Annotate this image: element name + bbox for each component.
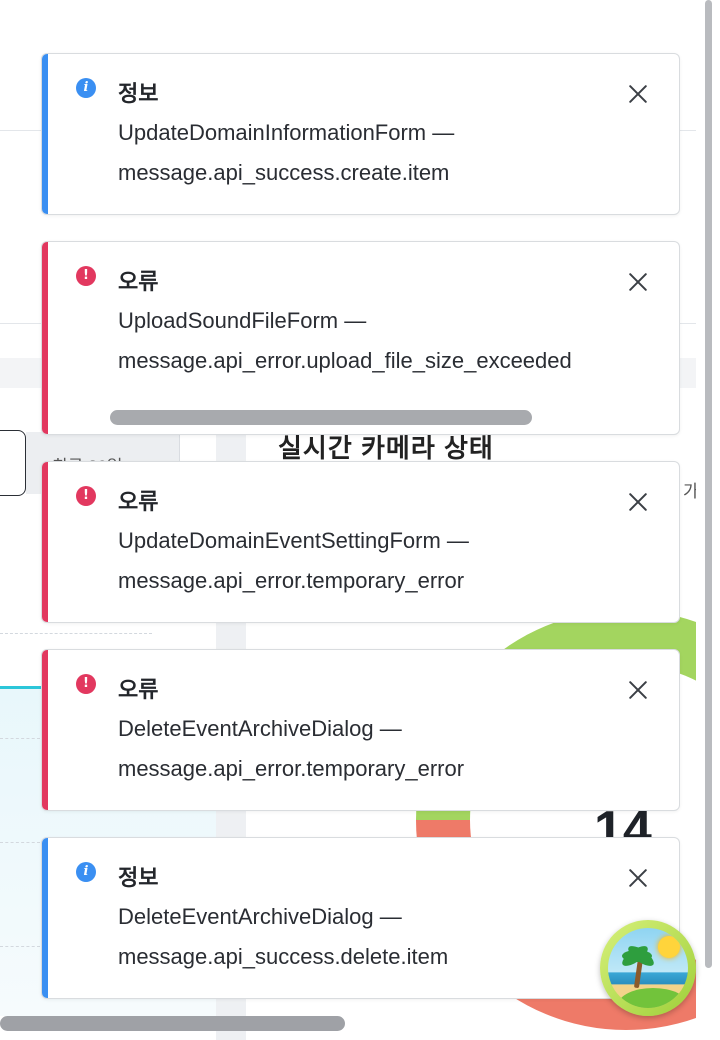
filter-select[interactable]	[0, 430, 26, 496]
close-icon[interactable]	[624, 268, 652, 296]
toast-accent-bar	[42, 462, 48, 622]
toast-accent-bar	[42, 54, 48, 214]
info-icon: i	[76, 78, 96, 98]
toast-info: i 정보 UpdateDomainInformationForm — messa…	[41, 53, 680, 215]
close-icon[interactable]	[624, 80, 652, 108]
chart-gridline	[0, 842, 40, 843]
toast-error: ! 오류 UpdateDomainEventSettingForm — mess…	[41, 461, 680, 623]
toast-error: ! 오류 DeleteEventArchiveDialog — message.…	[41, 649, 680, 811]
chart-gridline	[0, 738, 40, 739]
toast-message: message.api_success.create.item	[118, 160, 450, 185]
toast-source: UpdateDomainEventSettingForm —	[118, 528, 469, 553]
chart-gridline	[0, 946, 40, 947]
toast-horizontal-scrollbar[interactable]	[110, 410, 532, 425]
chart-gridline	[0, 633, 152, 634]
close-icon[interactable]	[624, 488, 652, 516]
avatar-image	[608, 928, 688, 1008]
toast-accent-bar	[42, 838, 48, 998]
error-icon: !	[76, 674, 96, 694]
toast-message: message.api_success.delete.item	[118, 944, 449, 969]
toast-accent-bar	[42, 650, 48, 810]
toast-error: ! 오류 UploadSoundFileForm — message.api_e…	[41, 241, 680, 435]
toast-message: message.api_error.upload_file_size_excee…	[118, 348, 572, 373]
vertical-scrollbar[interactable]	[705, 0, 712, 968]
error-icon: !	[76, 266, 96, 286]
toast-source: UploadSoundFileForm —	[118, 308, 367, 333]
horizontal-scrollbar[interactable]	[0, 1016, 345, 1031]
toast-source: UpdateDomainInformationForm —	[118, 120, 455, 145]
toast-title: 정보	[118, 81, 159, 106]
toast-message: message.api_error.temporary_error	[118, 756, 465, 781]
toast-accent-bar	[42, 242, 48, 434]
toast-info: i 정보 DeleteEventArchiveDialog — message.…	[41, 837, 680, 999]
toast-source: DeleteEventArchiveDialog —	[118, 716, 402, 741]
sun-icon	[658, 936, 680, 958]
toast-title: 오류	[118, 489, 159, 514]
close-icon[interactable]	[624, 864, 652, 892]
island-shape	[618, 988, 688, 1008]
toast-title: 정보	[118, 865, 159, 890]
error-icon: !	[76, 486, 96, 506]
info-icon: i	[76, 862, 96, 882]
toast-source: DeleteEventArchiveDialog —	[118, 904, 402, 929]
toast-title: 오류	[118, 677, 159, 702]
close-icon[interactable]	[624, 676, 652, 704]
tropical-island-avatar-icon[interactable]	[600, 920, 696, 1016]
toast-message: message.api_error.temporary_error	[118, 568, 465, 593]
toast-title: 오류	[118, 269, 159, 294]
